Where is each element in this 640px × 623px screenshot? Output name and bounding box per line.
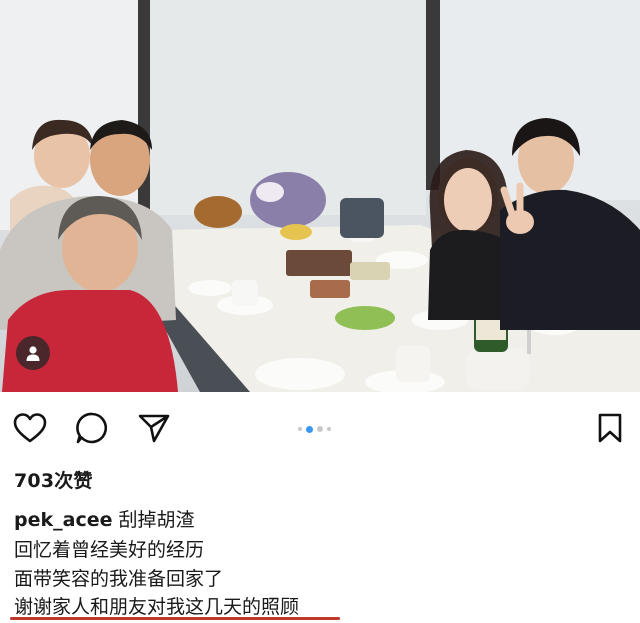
carousel-dot — [298, 427, 302, 431]
caption-text: 刮掉胡渣 — [118, 509, 195, 531]
carousel-indicator — [298, 424, 331, 434]
comment-bubble-icon — [76, 412, 108, 444]
username-link[interactable]: pek_acee — [14, 509, 112, 531]
heart-icon — [13, 413, 47, 443]
user-tag-icon[interactable] — [16, 336, 50, 370]
post-action-bar — [0, 410, 640, 452]
carousel-dot — [327, 427, 331, 431]
caption-line: 回忆着曾经美好的经历 — [14, 539, 205, 561]
comment-button[interactable] — [74, 410, 110, 446]
caption-line: 面带笑容的我准备回家了 — [14, 568, 224, 590]
post-photo[interactable] — [0, 0, 640, 392]
caption-first-line: pek_acee 刮掉胡渣 — [14, 505, 195, 532]
carousel-dot — [317, 426, 323, 432]
save-button[interactable] — [592, 410, 628, 446]
caption-line: 谢谢家人和朋友对我这几天的照顾 — [14, 596, 300, 618]
bookmark-icon — [598, 413, 622, 443]
highlight-underline — [10, 617, 340, 620]
paper-plane-icon — [138, 414, 170, 443]
family-dinner-photo — [0, 0, 640, 392]
share-button[interactable] — [136, 410, 172, 446]
like-count[interactable]: 703次赞 — [14, 466, 93, 493]
carousel-dot-active — [306, 425, 313, 433]
like-button[interactable] — [12, 410, 48, 446]
